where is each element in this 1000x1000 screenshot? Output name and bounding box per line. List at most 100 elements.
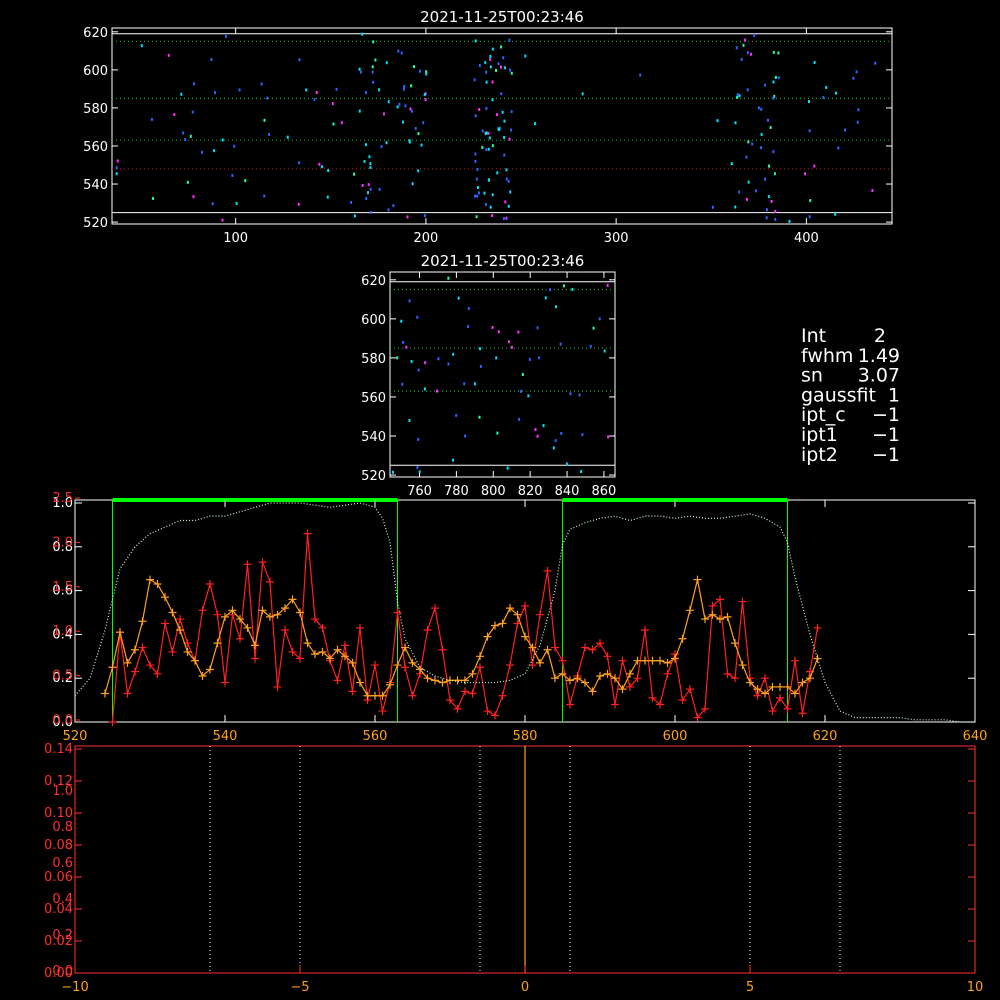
image_full-pixel [488, 136, 491, 140]
image_full-pixel [760, 107, 763, 111]
image_full-pixel [777, 51, 780, 55]
image_full-pixel [478, 191, 481, 195]
spectrum-point-red [551, 643, 559, 652]
image_zoom-ytick-label: 540 [361, 430, 386, 445]
image_full-pixel [753, 33, 756, 37]
image_full-frame [111, 27, 893, 225]
image_zoom-pixel [549, 288, 552, 292]
spectrum-point-orange [438, 678, 447, 687]
spectrum-point-red [266, 577, 274, 586]
image_full-pixel [397, 49, 400, 53]
image_zoom-pixel [436, 389, 439, 393]
spectrum-ytick-red-label: 0.0 [52, 713, 73, 728]
image_full-pixel [495, 113, 498, 117]
image_zoom-pixel [496, 431, 499, 435]
spectrum-point-red [303, 529, 312, 538]
spectrum-point-red [221, 678, 229, 687]
image_full-pixel [221, 138, 224, 142]
image_zoom-pixel [534, 428, 537, 432]
spectrum-point-orange [431, 676, 439, 685]
image_zoom-pixel [518, 417, 521, 421]
image_full-pixel [745, 155, 748, 159]
image_full-pixel [505, 177, 508, 181]
image_zoom-pixel [455, 413, 458, 417]
image_full-pixel [856, 120, 859, 124]
image_full-pixel [385, 61, 388, 65]
image_full-pixel [475, 215, 478, 219]
image_full-pixel [418, 69, 421, 73]
image_zoom-pixel [479, 347, 482, 351]
image_full-pixel [499, 65, 502, 69]
spectrum-point-red [558, 656, 567, 665]
image_full-pixel [478, 108, 481, 112]
image_zoom-pixel [491, 325, 494, 329]
image_full-pixel [474, 159, 477, 163]
image_full-pixel [424, 214, 427, 218]
spectrum-point-red [498, 691, 507, 700]
image_zoom-pixel [447, 276, 450, 280]
image_full-pixel [481, 129, 484, 133]
image_full-pixel [491, 214, 494, 218]
image_zoom-ytick-label: 560 [361, 391, 386, 406]
spectrum-point-red [791, 656, 799, 665]
spectrum-point-red [491, 711, 499, 720]
info-value-5: −1 [872, 424, 900, 446]
image_full-pixel [777, 76, 780, 80]
image_zoom-ytick-label: 520 [361, 469, 386, 484]
image_full-ytick-label: 540 [83, 178, 108, 193]
image_full-pixel [411, 182, 414, 186]
image_zoom-xtick-label: 760 [407, 484, 432, 499]
info-label-5: ipt1 [801, 424, 838, 446]
image_full-pixel [340, 121, 343, 125]
image_full-pixel [473, 194, 476, 198]
spectrum-point-red [108, 718, 117, 726]
image_zoom-ytick-label: 600 [361, 313, 386, 328]
image_zoom-pixel [467, 307, 470, 311]
image_full-pixel [332, 122, 335, 126]
spectrum-ytick-red-label: 1.0 [52, 624, 73, 639]
image_full-pixel [353, 214, 356, 218]
image_full-pixel [420, 143, 423, 147]
spectrum-point-orange [146, 575, 154, 584]
image_full-pixel [502, 217, 505, 221]
image_full-pixel [410, 84, 413, 88]
spectrum-point-red [738, 597, 747, 606]
spectrum-point-red [761, 674, 769, 683]
spectrum-point-red [768, 707, 777, 716]
image_zoom-pixel [400, 319, 403, 323]
image_full-pixel [750, 52, 753, 56]
spectrum-ytick-red-label: 2.5 [52, 491, 73, 506]
image_full-pixel [115, 172, 118, 176]
fit-xtick-label: 5 [746, 980, 754, 995]
image_full-pixel [372, 80, 375, 84]
image_full-pixel [763, 177, 766, 181]
image_full-pixel [380, 145, 383, 149]
image_zoom-pixel [520, 389, 523, 393]
spectrum-point-red [273, 682, 282, 691]
image_zoom-frame [389, 271, 616, 478]
image_full-pixel [244, 179, 247, 183]
spectrum-point-orange [798, 678, 807, 687]
image_zoom-pixel [497, 330, 500, 334]
image_full-pixel [770, 199, 773, 203]
info-value-6: −1 [872, 444, 900, 466]
image_full-pixel [767, 118, 770, 122]
image_full-pixel [406, 215, 409, 219]
fit-ytick-red-label: 0.4 [52, 892, 73, 907]
image_full-pixel [478, 63, 481, 67]
spectrum-xtick-label: 560 [363, 729, 388, 744]
spectrum-point-red [348, 687, 357, 696]
image_full-pixel [410, 109, 413, 113]
image_full-pixel [508, 137, 511, 141]
image_full-pixel [757, 106, 760, 110]
image_full-pixel [837, 146, 840, 150]
image_full-pixel [505, 216, 508, 220]
image_full-pixel [507, 204, 510, 208]
image_full-pixel [483, 191, 486, 195]
spectrum-point-orange [806, 674, 814, 683]
image_full-pixel [476, 194, 479, 198]
spectrum-point-orange [138, 617, 147, 626]
spectrum-point-red [123, 689, 132, 698]
spectrum-point-orange [453, 676, 462, 685]
image_full-ytick-label: 580 [83, 102, 108, 117]
